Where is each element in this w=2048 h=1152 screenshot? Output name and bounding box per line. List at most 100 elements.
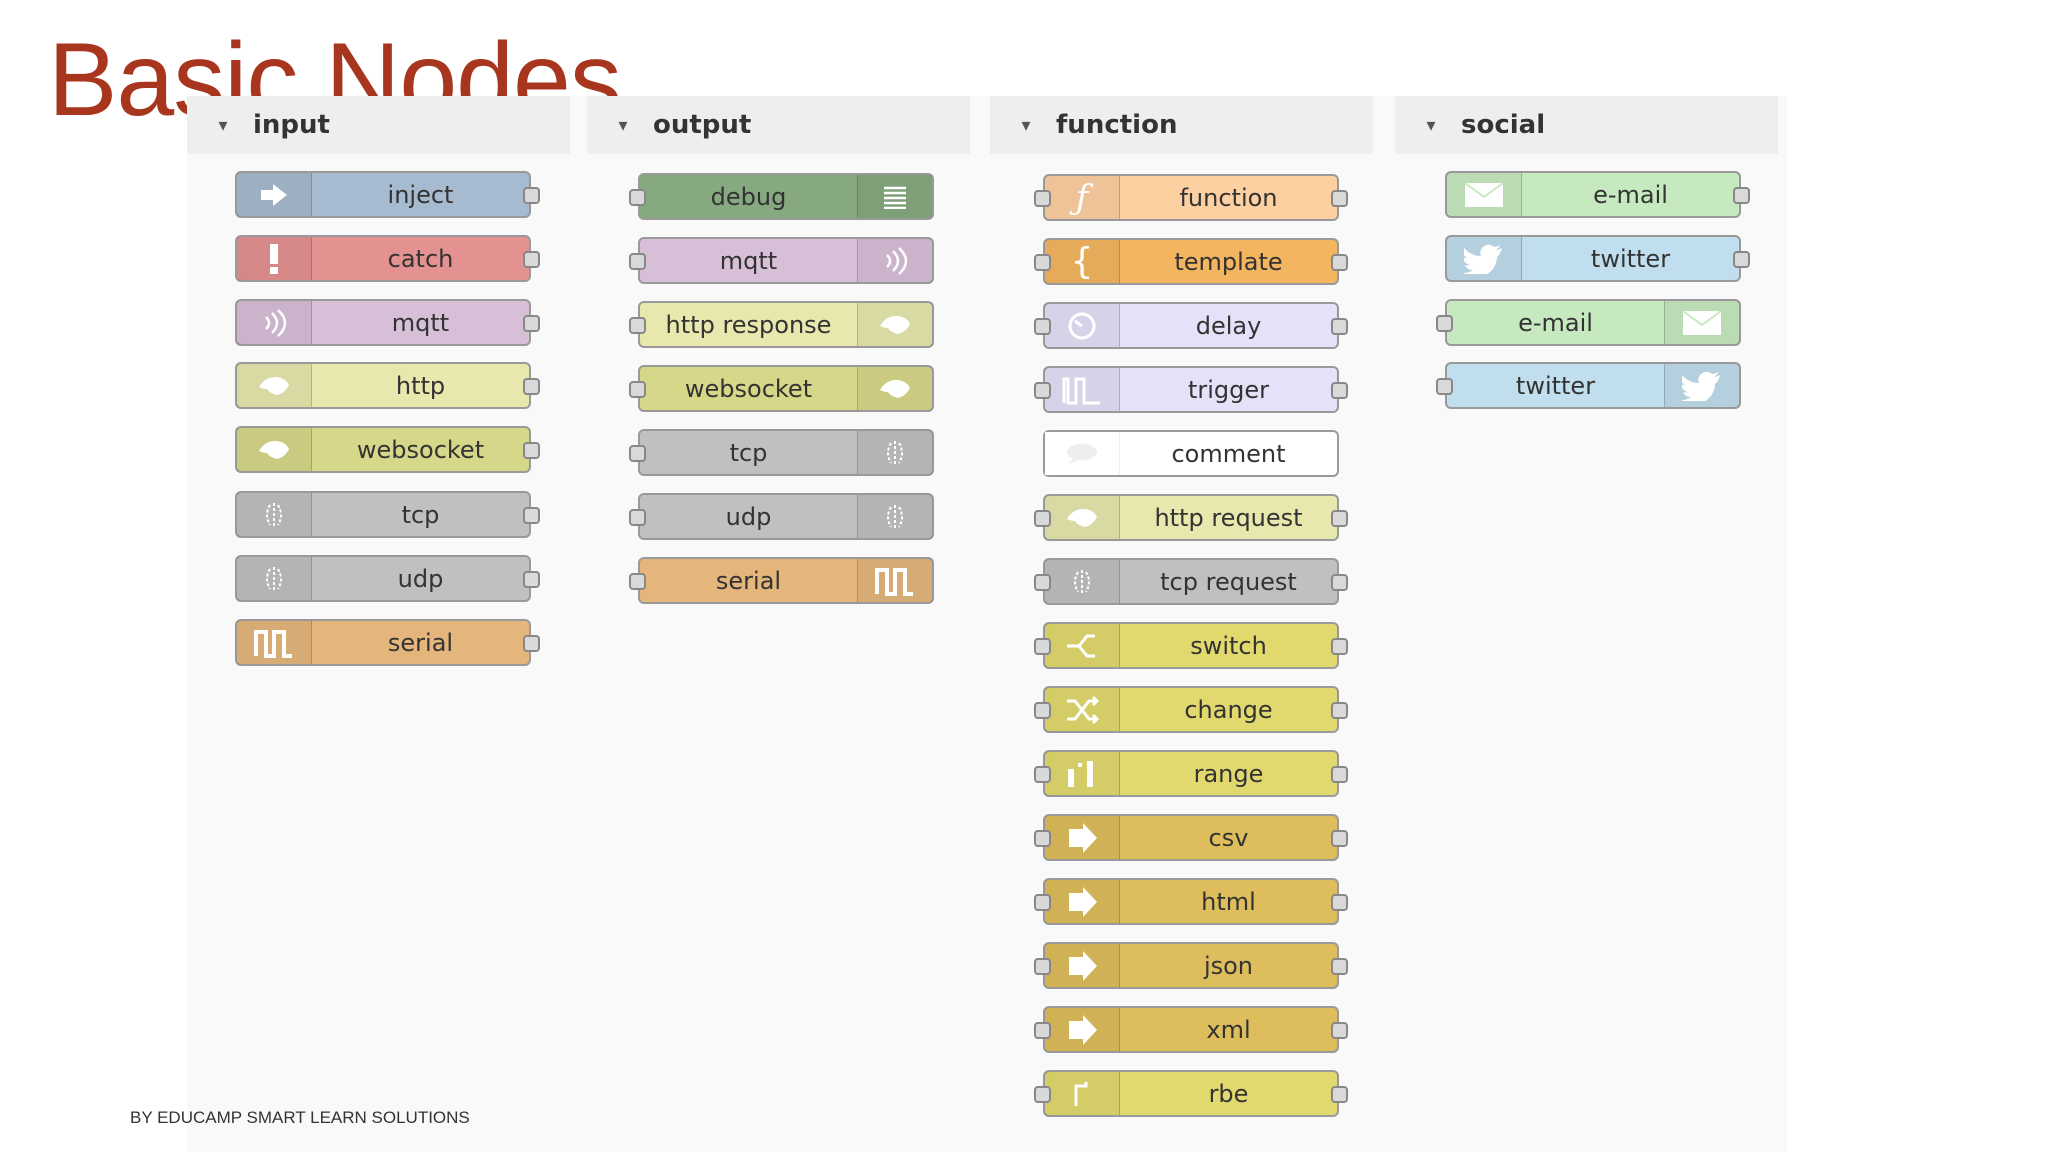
node-tcp[interactable]: tcp (235, 491, 540, 538)
node-http[interactable]: http (235, 362, 540, 409)
input-port[interactable] (629, 381, 646, 398)
node-serial[interactable]: serial (629, 557, 934, 604)
node-label: tcp (729, 438, 768, 467)
output-port[interactable] (523, 507, 540, 524)
node-twitter-out[interactable]: twitter (1436, 362, 1741, 409)
node-switch[interactable]: switch (1034, 622, 1348, 669)
input-port[interactable] (629, 253, 646, 270)
node-json[interactable]: json (1034, 942, 1348, 989)
node-label: mqtt (719, 246, 778, 275)
output-port[interactable] (1331, 190, 1348, 207)
node-serial[interactable]: serial (235, 619, 540, 666)
node-websocket[interactable]: websocket (235, 426, 540, 473)
category-header-function[interactable]: ▾ function (990, 96, 1373, 154)
output-port[interactable] (1331, 318, 1348, 335)
node-label: udp (397, 564, 444, 593)
input-port[interactable] (1034, 574, 1051, 591)
output-port[interactable] (523, 187, 540, 204)
output-port[interactable] (1733, 187, 1750, 204)
input-port[interactable] (1034, 702, 1051, 719)
input-port[interactable] (1034, 958, 1051, 975)
output-port[interactable] (1331, 382, 1348, 399)
output-port[interactable] (523, 251, 540, 268)
input-port[interactable] (629, 189, 646, 206)
node-function[interactable]: ƒ function (1034, 174, 1348, 221)
input-port[interactable] (1034, 830, 1051, 847)
category-label: input (253, 110, 330, 140)
output-port[interactable] (523, 378, 540, 395)
node-trigger[interactable]: trigger (1034, 366, 1348, 413)
node-twitter-in[interactable]: twitter (1445, 235, 1750, 282)
output-port[interactable] (1331, 574, 1348, 591)
input-port[interactable] (629, 509, 646, 526)
input-port[interactable] (1034, 1086, 1051, 1103)
output-port[interactable] (523, 635, 540, 652)
node-mqtt[interactable]: mqtt (235, 299, 540, 346)
node-label: comment (1171, 439, 1286, 468)
node-label: html (1201, 887, 1256, 916)
node-label: range (1193, 759, 1264, 788)
output-port[interactable] (523, 315, 540, 332)
chevron-down-icon: ▾ (218, 114, 228, 136)
category-header-social[interactable]: ▾ social (1395, 96, 1778, 154)
input-port[interactable] (1034, 894, 1051, 911)
comment-icon (1045, 432, 1120, 475)
node-comment[interactable]: comment (1043, 430, 1339, 477)
node-label: http (395, 371, 446, 400)
output-port[interactable] (1331, 766, 1348, 783)
input-port[interactable] (1034, 382, 1051, 399)
node-email-out[interactable]: e-mail (1436, 299, 1741, 346)
bridge-icon (237, 493, 312, 536)
node-html[interactable]: html (1034, 878, 1348, 925)
output-port[interactable] (1331, 894, 1348, 911)
footer-credit: BY EDUCAMP SMART LEARN SOLUTIONS (130, 1108, 470, 1127)
output-port[interactable] (523, 571, 540, 588)
input-port[interactable] (1034, 638, 1051, 655)
output-port[interactable] (1331, 830, 1348, 847)
node-label: e-mail (1593, 180, 1668, 209)
output-port[interactable] (523, 442, 540, 459)
node-tcp[interactable]: tcp (629, 429, 934, 476)
node-template[interactable]: { template (1034, 238, 1348, 285)
input-port[interactable] (1034, 510, 1051, 527)
input-port[interactable] (1034, 318, 1051, 335)
output-port[interactable] (1331, 1022, 1348, 1039)
node-websocket[interactable]: websocket (629, 365, 934, 412)
node-delay[interactable]: delay (1034, 302, 1348, 349)
input-port[interactable] (1034, 766, 1051, 783)
timer-icon (1045, 304, 1120, 347)
node-tcp-request[interactable]: tcp request (1034, 558, 1348, 605)
node-label: udp (725, 502, 772, 531)
input-port[interactable] (629, 573, 646, 590)
node-change[interactable]: change (1034, 686, 1348, 733)
node-http-response[interactable]: http response (629, 301, 934, 348)
output-port[interactable] (1331, 702, 1348, 719)
node-udp[interactable]: udp (235, 555, 540, 602)
node-mqtt[interactable]: mqtt (629, 237, 934, 284)
input-port[interactable] (1034, 1022, 1051, 1039)
input-port[interactable] (1034, 254, 1051, 271)
output-port[interactable] (1331, 510, 1348, 527)
category-header-output[interactable]: ▾ output (587, 96, 970, 154)
node-catch[interactable]: catch (235, 235, 540, 282)
output-port[interactable] (1331, 958, 1348, 975)
node-email-in[interactable]: e-mail (1445, 171, 1750, 218)
node-xml[interactable]: xml (1034, 1006, 1348, 1053)
input-port[interactable] (1436, 315, 1453, 332)
node-inject[interactable]: inject (235, 171, 540, 218)
output-port[interactable] (1331, 638, 1348, 655)
node-debug[interactable]: debug (629, 173, 934, 220)
node-udp[interactable]: udp (629, 493, 934, 540)
output-port[interactable] (1733, 251, 1750, 268)
node-http-request[interactable]: http request (1034, 494, 1348, 541)
node-rbe[interactable]: rbe (1034, 1070, 1348, 1117)
output-port[interactable] (1331, 254, 1348, 271)
input-port[interactable] (629, 445, 646, 462)
node-csv[interactable]: csv (1034, 814, 1348, 861)
input-port[interactable] (629, 317, 646, 334)
node-range[interactable]: range (1034, 750, 1348, 797)
input-port[interactable] (1034, 190, 1051, 207)
input-port[interactable] (1436, 378, 1453, 395)
output-port[interactable] (1331, 1086, 1348, 1103)
category-header-input[interactable]: ▾ input (187, 96, 570, 154)
